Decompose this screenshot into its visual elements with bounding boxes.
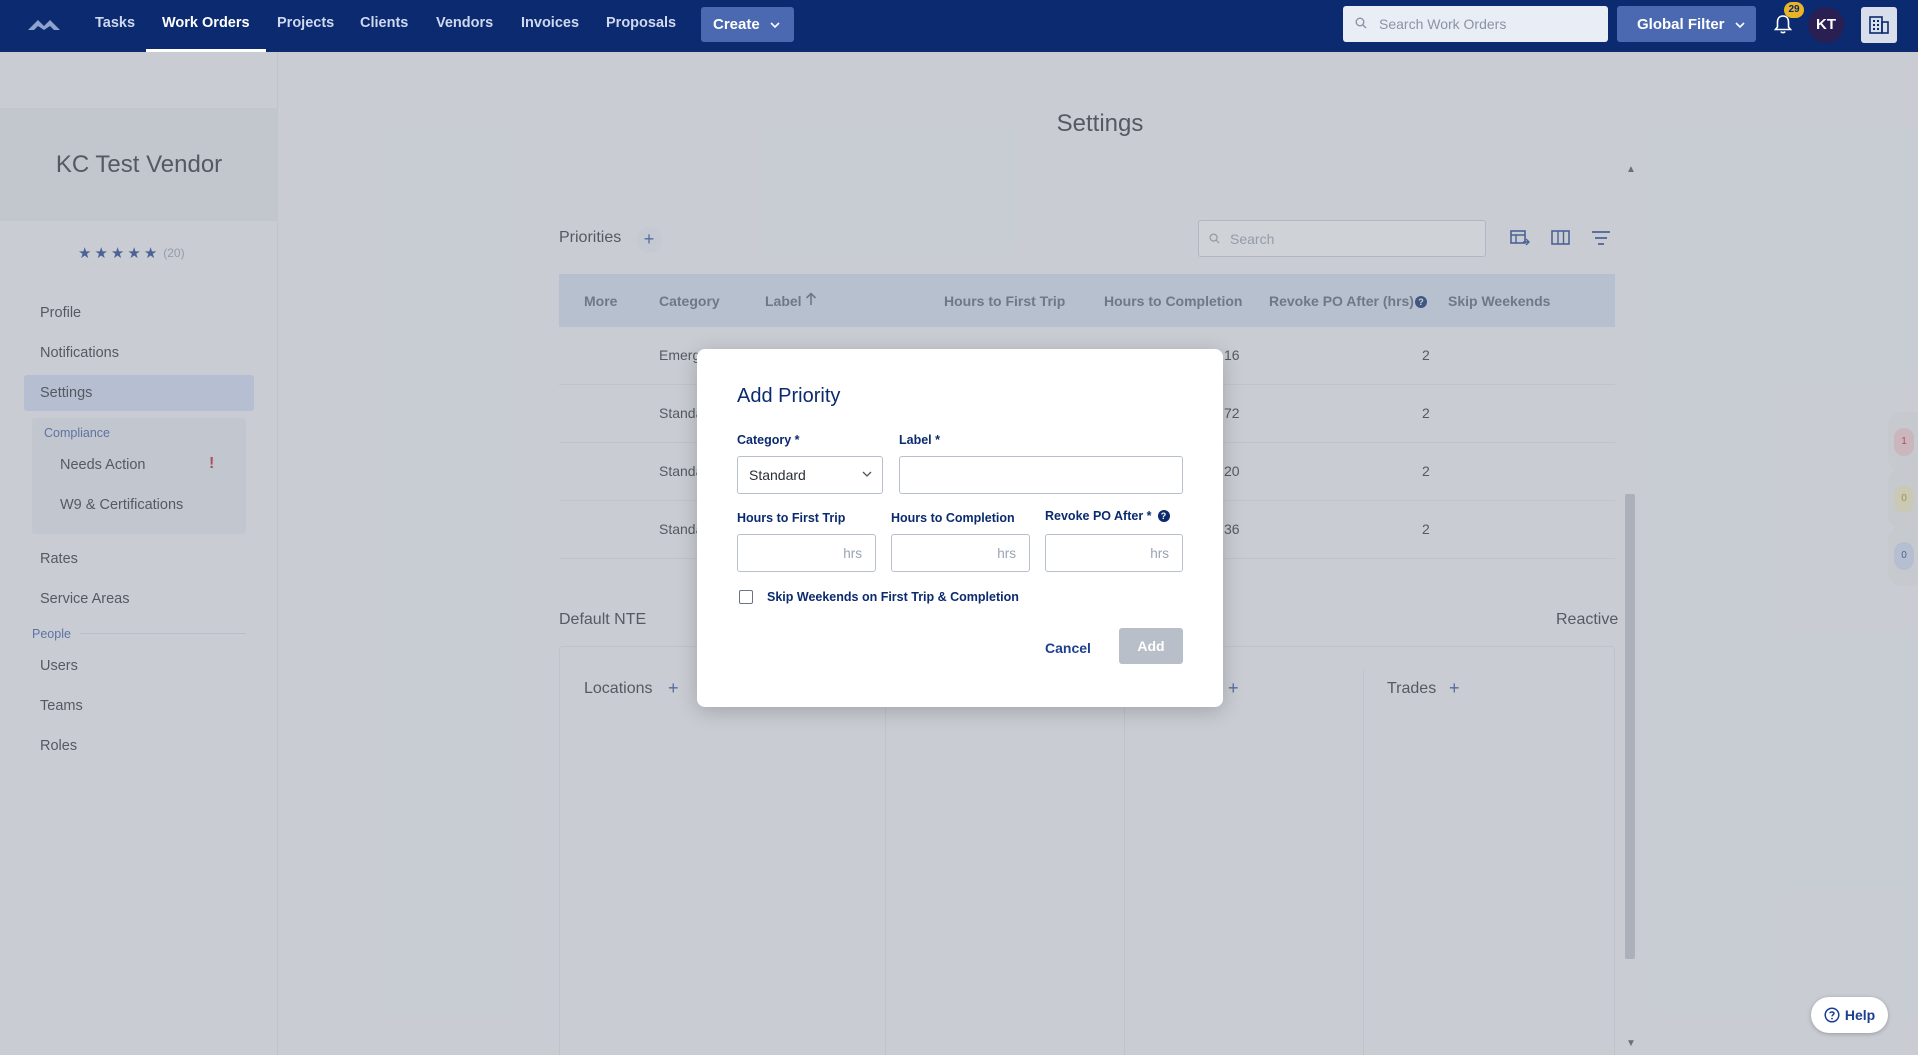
hours-first-trip-input[interactable]: hrs bbox=[737, 534, 876, 572]
nav-projects[interactable]: Projects bbox=[277, 0, 334, 52]
completion-field-label: Hours to Completion bbox=[891, 511, 1015, 525]
global-filter-label: Global Filter bbox=[1637, 15, 1725, 33]
notification-count-badge: 29 bbox=[1784, 2, 1804, 18]
skip-weekends-label[interactable]: Skip Weekends on First Trip & Completion bbox=[767, 590, 1019, 604]
hrs-suffix: hrs bbox=[997, 546, 1016, 561]
nav-vendors[interactable]: Vendors bbox=[436, 0, 493, 52]
nav-invoices[interactable]: Invoices bbox=[521, 0, 579, 52]
chevron-down-icon bbox=[862, 457, 872, 493]
work-order-search-placeholder: Search Work Orders bbox=[1379, 16, 1507, 32]
label-field-label: Label * bbox=[899, 433, 940, 447]
global-filter-button[interactable]: Global Filter bbox=[1617, 6, 1756, 42]
nav-tasks[interactable]: Tasks bbox=[95, 0, 135, 52]
create-button[interactable]: Create bbox=[701, 7, 794, 42]
help-circle-icon bbox=[1824, 1007, 1840, 1023]
category-field-label: Category * bbox=[737, 433, 800, 447]
chevron-down-icon bbox=[1734, 16, 1745, 33]
category-select[interactable]: Standard bbox=[737, 456, 883, 494]
add-button[interactable]: Add bbox=[1119, 628, 1183, 664]
add-priority-dialog: Add Priority Category * Standard Label *… bbox=[697, 349, 1223, 707]
category-value: Standard bbox=[749, 467, 806, 483]
chevron-down-icon bbox=[770, 16, 780, 33]
first-trip-field-label: Hours to First Trip bbox=[737, 511, 846, 525]
user-avatar[interactable]: KT bbox=[1808, 7, 1844, 43]
cancel-button[interactable]: Cancel bbox=[1045, 640, 1091, 656]
app-logo-icon[interactable] bbox=[26, 14, 62, 34]
help-button[interactable]: Help bbox=[1811, 997, 1888, 1033]
label-input[interactable] bbox=[899, 456, 1183, 494]
work-order-search-input[interactable]: Search Work Orders bbox=[1343, 6, 1608, 42]
revoke-field-label-wrap: Revoke PO After *? bbox=[1045, 509, 1170, 523]
create-label: Create bbox=[713, 16, 760, 33]
help-circle-icon[interactable]: ? bbox=[1157, 510, 1170, 522]
hrs-suffix: hrs bbox=[1150, 546, 1169, 561]
hrs-suffix: hrs bbox=[843, 546, 862, 561]
revoke-po-input[interactable]: hrs bbox=[1045, 534, 1183, 572]
search-icon bbox=[1355, 16, 1367, 32]
top-nav: Tasks Work Orders Projects Clients Vendo… bbox=[0, 0, 1918, 52]
building-icon bbox=[1869, 16, 1889, 34]
hours-completion-input[interactable]: hrs bbox=[891, 534, 1030, 572]
help-label: Help bbox=[1844, 1007, 1876, 1023]
nav-clients[interactable]: Clients bbox=[360, 0, 408, 52]
nav-work-orders[interactable]: Work Orders bbox=[146, 0, 266, 52]
nav-proposals[interactable]: Proposals bbox=[606, 0, 676, 52]
company-switcher-button[interactable] bbox=[1861, 7, 1897, 43]
dialog-title: Add Priority bbox=[737, 385, 841, 407]
revoke-field-label: Revoke PO After * bbox=[1045, 509, 1152, 523]
skip-weekends-checkbox[interactable] bbox=[739, 590, 753, 604]
